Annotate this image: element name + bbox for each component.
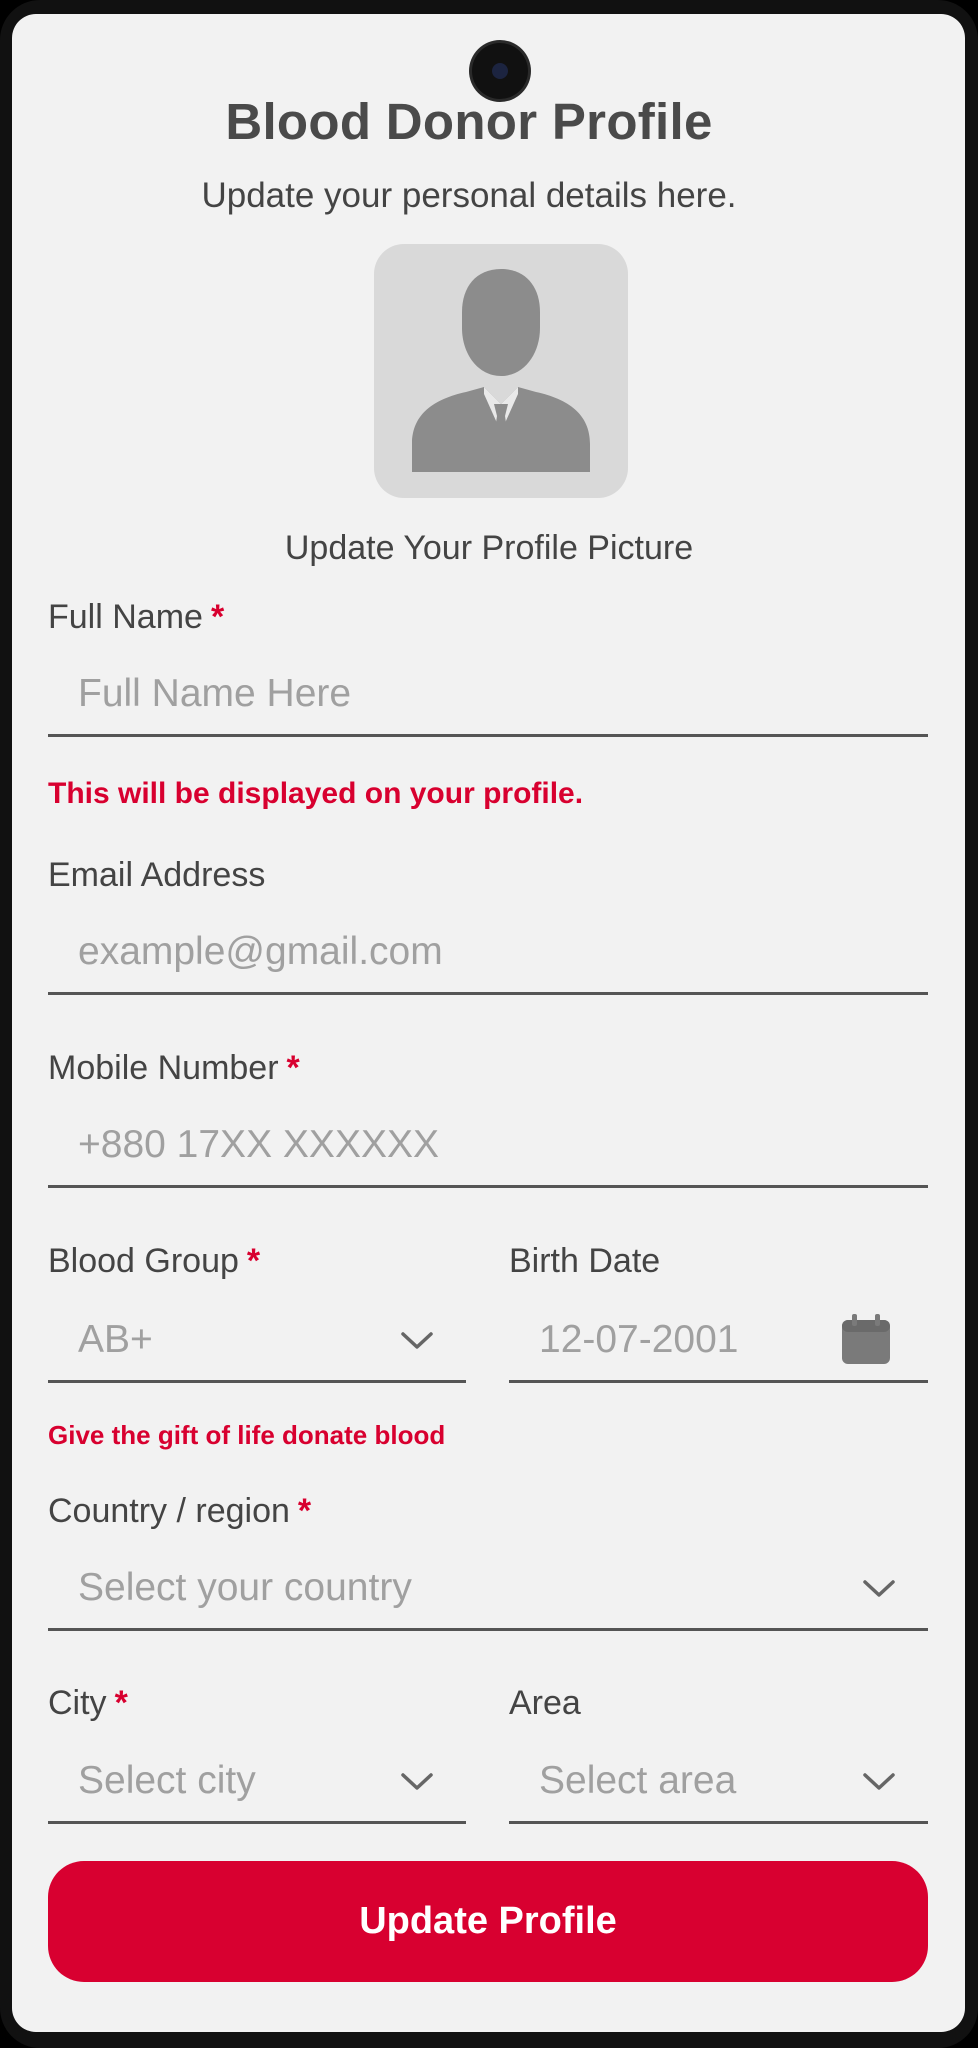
front-camera bbox=[472, 43, 528, 99]
chevron-down-icon bbox=[401, 1332, 433, 1349]
required-marker: * bbox=[297, 1492, 312, 1530]
chevron-down-icon bbox=[401, 1773, 433, 1790]
chevron-down-icon bbox=[863, 1580, 895, 1597]
blood-group-value: AB+ bbox=[78, 1318, 153, 1361]
city-select[interactable]: Select city bbox=[48, 1751, 466, 1824]
avatar-caption: Update Your Profile Picture bbox=[284, 529, 694, 567]
country-select[interactable]: Select your country bbox=[48, 1558, 928, 1631]
required-marker: * bbox=[286, 1049, 300, 1087]
country-label-text: Country / region bbox=[48, 1492, 290, 1530]
required-marker: * bbox=[210, 598, 225, 636]
chevron-down-icon bbox=[863, 1773, 895, 1790]
email-label: Email Address bbox=[48, 856, 265, 895]
city-label: City * bbox=[48, 1684, 128, 1723]
required-marker: * bbox=[114, 1684, 128, 1722]
person-avatar-icon bbox=[412, 269, 590, 472]
email-placeholder: example@gmail.com bbox=[78, 930, 443, 973]
mobile-placeholder: +880 17XX XXXXXX bbox=[78, 1123, 439, 1166]
blood-group-label-text: Blood Group bbox=[48, 1242, 239, 1280]
country-label: Country / region * bbox=[48, 1492, 311, 1531]
phone-frame: Blood Donor Profile Update your personal… bbox=[0, 0, 978, 2048]
area-label-text: Area bbox=[509, 1684, 581, 1722]
full-name-placeholder: Full Name Here bbox=[78, 672, 352, 715]
full-name-help-text: This will be displayed on your profile. bbox=[48, 777, 584, 810]
full-name-label: Full Name * bbox=[48, 598, 224, 637]
blood-group-select[interactable]: AB+ bbox=[48, 1310, 466, 1383]
calendar-icon[interactable] bbox=[839, 1312, 893, 1366]
mobile-label: Mobile Number * bbox=[48, 1049, 300, 1088]
app-screen: Blood Donor Profile Update your personal… bbox=[12, 14, 965, 2032]
city-label-text: City bbox=[48, 1684, 107, 1722]
email-label-text: Email Address bbox=[48, 856, 266, 894]
country-placeholder: Select your country bbox=[78, 1566, 412, 1609]
blood-group-help-text: Give the gift of life donate blood bbox=[48, 1420, 446, 1450]
full-name-input[interactable]: Full Name Here bbox=[48, 664, 928, 737]
profile-picture[interactable] bbox=[374, 244, 628, 498]
area-label: Area bbox=[509, 1684, 581, 1723]
city-placeholder: Select city bbox=[78, 1759, 256, 1802]
required-marker: * bbox=[246, 1242, 261, 1280]
area-placeholder: Select area bbox=[539, 1759, 737, 1802]
full-name-label-text: Full Name bbox=[48, 598, 203, 636]
email-input[interactable]: example@gmail.com bbox=[48, 922, 928, 995]
birth-date-label: Birth Date bbox=[509, 1242, 660, 1281]
page-subtitle: Update your personal details here. bbox=[201, 176, 737, 215]
update-profile-button[interactable]: Update Profile bbox=[48, 1861, 928, 1982]
page-title: Blood Donor Profile bbox=[225, 93, 713, 150]
birth-date-label-text: Birth Date bbox=[509, 1242, 661, 1280]
mobile-input[interactable]: +880 17XX XXXXXX bbox=[48, 1115, 928, 1188]
blood-group-label: Blood Group * bbox=[48, 1242, 260, 1281]
birth-date-value: 12-07-2001 bbox=[539, 1318, 739, 1361]
area-select[interactable]: Select area bbox=[509, 1751, 928, 1824]
birth-date-input[interactable]: 12-07-2001 bbox=[509, 1310, 928, 1383]
mobile-label-text: Mobile Number bbox=[48, 1049, 279, 1087]
